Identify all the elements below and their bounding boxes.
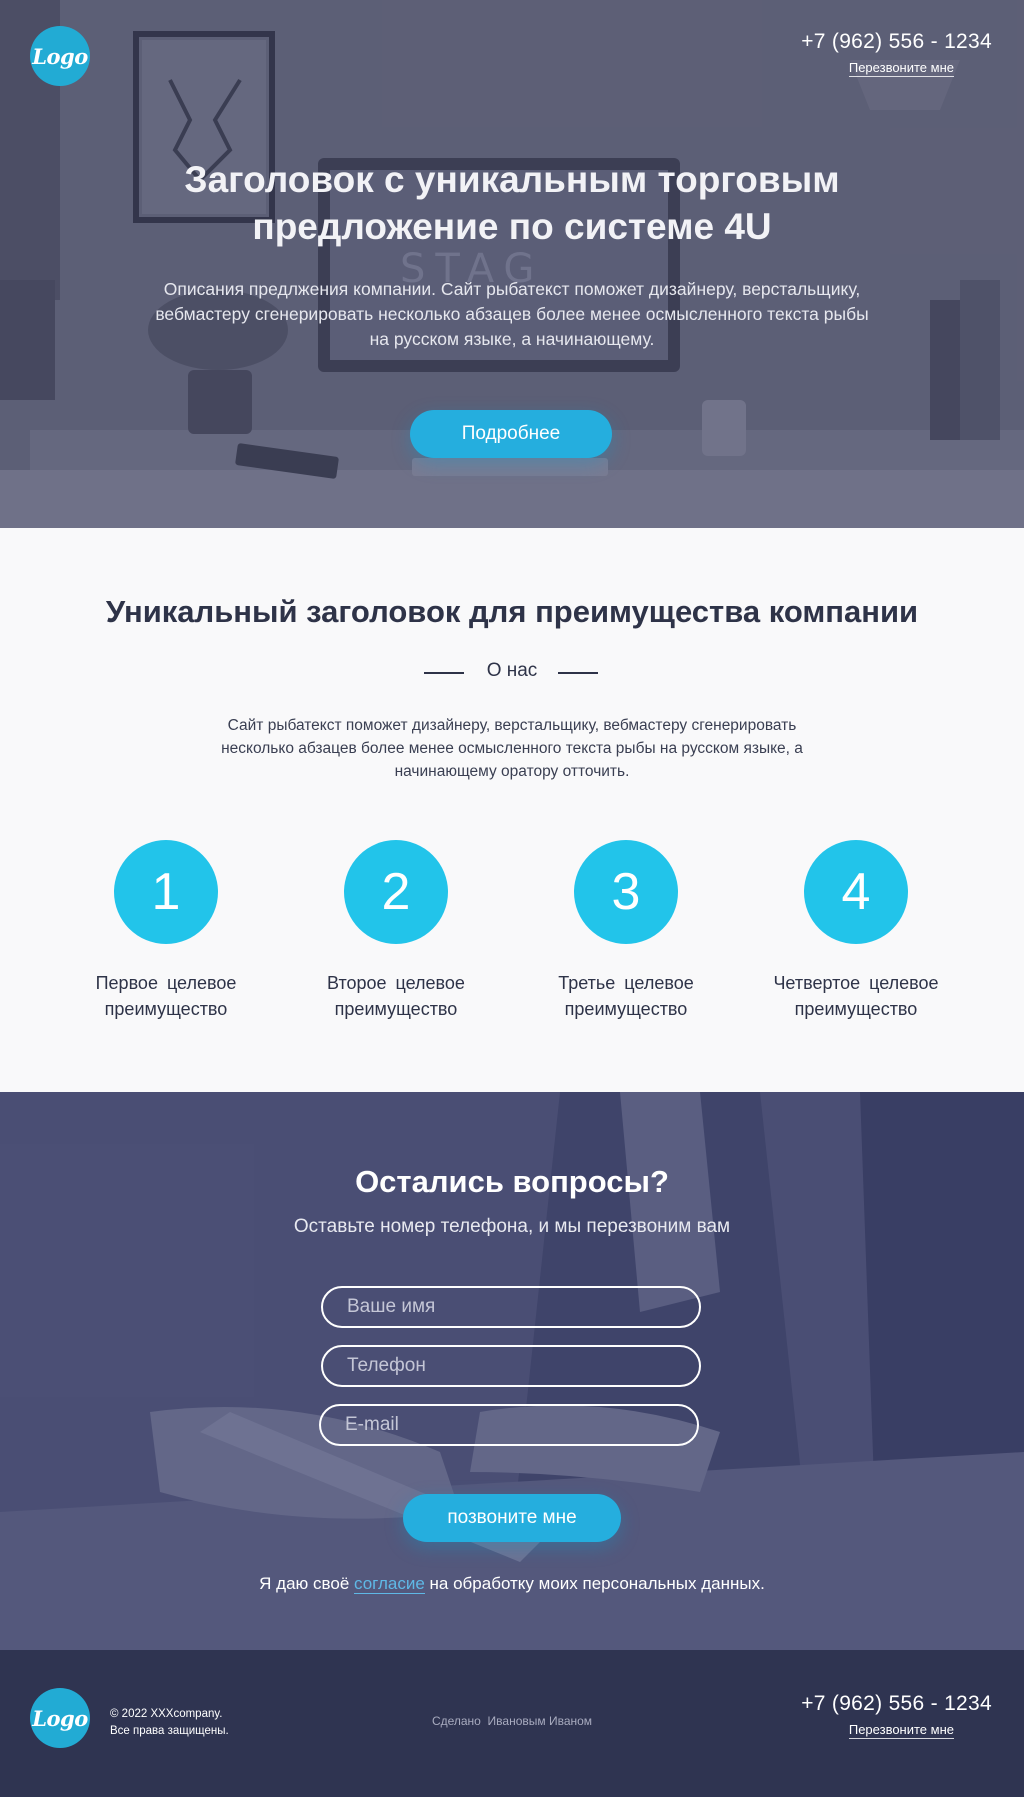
call-me-button[interactable]: позвоните мне	[403, 1494, 621, 1542]
feature-label: Четвертое целевое преимущество	[756, 970, 956, 1022]
feature-item-1: 1 Первое целевое преимущество	[66, 840, 266, 1022]
name-input[interactable]	[321, 1286, 701, 1328]
hero-section: STAG Logo +7 (962) 556 - 1234 Перезвонит…	[0, 0, 1024, 528]
header-phone-link[interactable]: +7 (962) 556 - 1234	[801, 30, 992, 54]
feature-item-3: 3 Третье целевое преимущество	[526, 840, 726, 1022]
feature-number-circle: 1	[114, 840, 218, 944]
about-description: Сайт рыбатекст поможет дизайнеру, верста…	[200, 714, 824, 783]
footer-contact: +7 (962) 556 - 1234 Перезвоните мне	[801, 1692, 992, 1739]
made-by-prefix: Сделано	[431, 1714, 481, 1728]
hero-description-line-2: вебмастеру сгенерировать несколько абзац…	[155, 304, 869, 324]
feature-label: Третье целевое преимущество	[526, 970, 726, 1022]
footer-callback-link[interactable]: Перезвоните мне	[848, 1722, 954, 1739]
footer: Logo © 2022 XXXcompany. Все права защище…	[0, 1650, 1024, 1797]
contact-title: Остались вопросы?	[355, 1164, 669, 1199]
header-callback-link[interactable]: Перезвоните мне	[848, 60, 954, 77]
hero-description: Описания предлжения компании. Сайт рыбат…	[130, 277, 894, 352]
consent-text-after: на обработку моих персональных данных.	[424, 1574, 765, 1593]
logo[interactable]: Logo	[30, 26, 90, 86]
feature-label-line-1: Первое целевое	[95, 973, 237, 993]
feature-label: Первое целевое преимущество	[66, 970, 266, 1022]
about-section: Уникальный заголовок для преимущества ко…	[0, 528, 1024, 1092]
email-input[interactable]	[319, 1404, 699, 1446]
hero-title: Заголовок с уникальным торговым предложе…	[0, 156, 1024, 250]
hero-content: Logo +7 (962) 556 - 1234 Перезвоните мне…	[0, 0, 1024, 528]
more-details-button[interactable]: Подробнее	[410, 410, 612, 458]
hero-description-line-1: Описания предлжения компании. Сайт рыбат…	[163, 279, 861, 299]
feature-label-line-2: преимущество	[564, 999, 688, 1019]
hero-title-line-2: предложение по системе 4U	[252, 206, 772, 247]
feature-item-2: 2 Второе целевое преимущество	[296, 840, 496, 1022]
feature-label-line-2: преимущество	[104, 999, 228, 1019]
contact-subtitle: Оставьте номер телефона, и мы перезвоним…	[293, 1216, 731, 1237]
about-title: Уникальный заголовок для преимущества ко…	[105, 594, 919, 629]
about-description-line-3: начинающему оратору отточить.	[394, 763, 630, 780]
feature-number-circle: 2	[344, 840, 448, 944]
about-subtitle: О нас	[0, 660, 1024, 682]
about-description-line-2: несколько абзацев более менее осмысленно…	[221, 740, 803, 757]
made-by-author: Ивановым Иваном	[487, 1714, 593, 1728]
contact-section: Остались вопросы? Оставьте номер телефон…	[0, 1092, 1024, 1650]
subtitle-right-divider	[558, 672, 598, 674]
feature-number-circle: 4	[804, 840, 908, 944]
footer-phone-link[interactable]: +7 (962) 556 - 1234	[801, 1692, 992, 1716]
feature-label-line-1: Второе целевое	[327, 973, 465, 993]
consent-text-before: Я даю своё	[259, 1574, 354, 1593]
hero-description-line-3: на русском языке, а начинающему.	[369, 329, 655, 349]
about-description-line-1: Сайт рыбатекст поможет дизайнеру, верста…	[227, 717, 797, 734]
header-contact: +7 (962) 556 - 1234 Перезвоните мне	[801, 30, 992, 77]
feature-label-line-2: преимущество	[334, 999, 458, 1019]
feature-label: Второе целевое преимущество	[296, 970, 496, 1022]
feature-item-4: 4 Четвертое целевое преимущество	[756, 840, 956, 1022]
feature-label-line-1: Третье целевое	[558, 973, 694, 993]
feature-label-line-2: преимущество	[794, 999, 918, 1019]
about-subtitle-text: О нас	[486, 660, 538, 681]
hero-title-line-1: Заголовок с уникальным торговым	[184, 159, 840, 200]
phone-input[interactable]	[321, 1345, 701, 1387]
feature-number-circle: 3	[574, 840, 678, 944]
consent-text: Я даю своё согласие на обработку моих пе…	[0, 1574, 1024, 1594]
feature-label-line-1: Четвертое целевое	[773, 973, 939, 993]
consent-link[interactable]: согласие	[354, 1574, 425, 1594]
subtitle-left-divider	[424, 672, 464, 674]
